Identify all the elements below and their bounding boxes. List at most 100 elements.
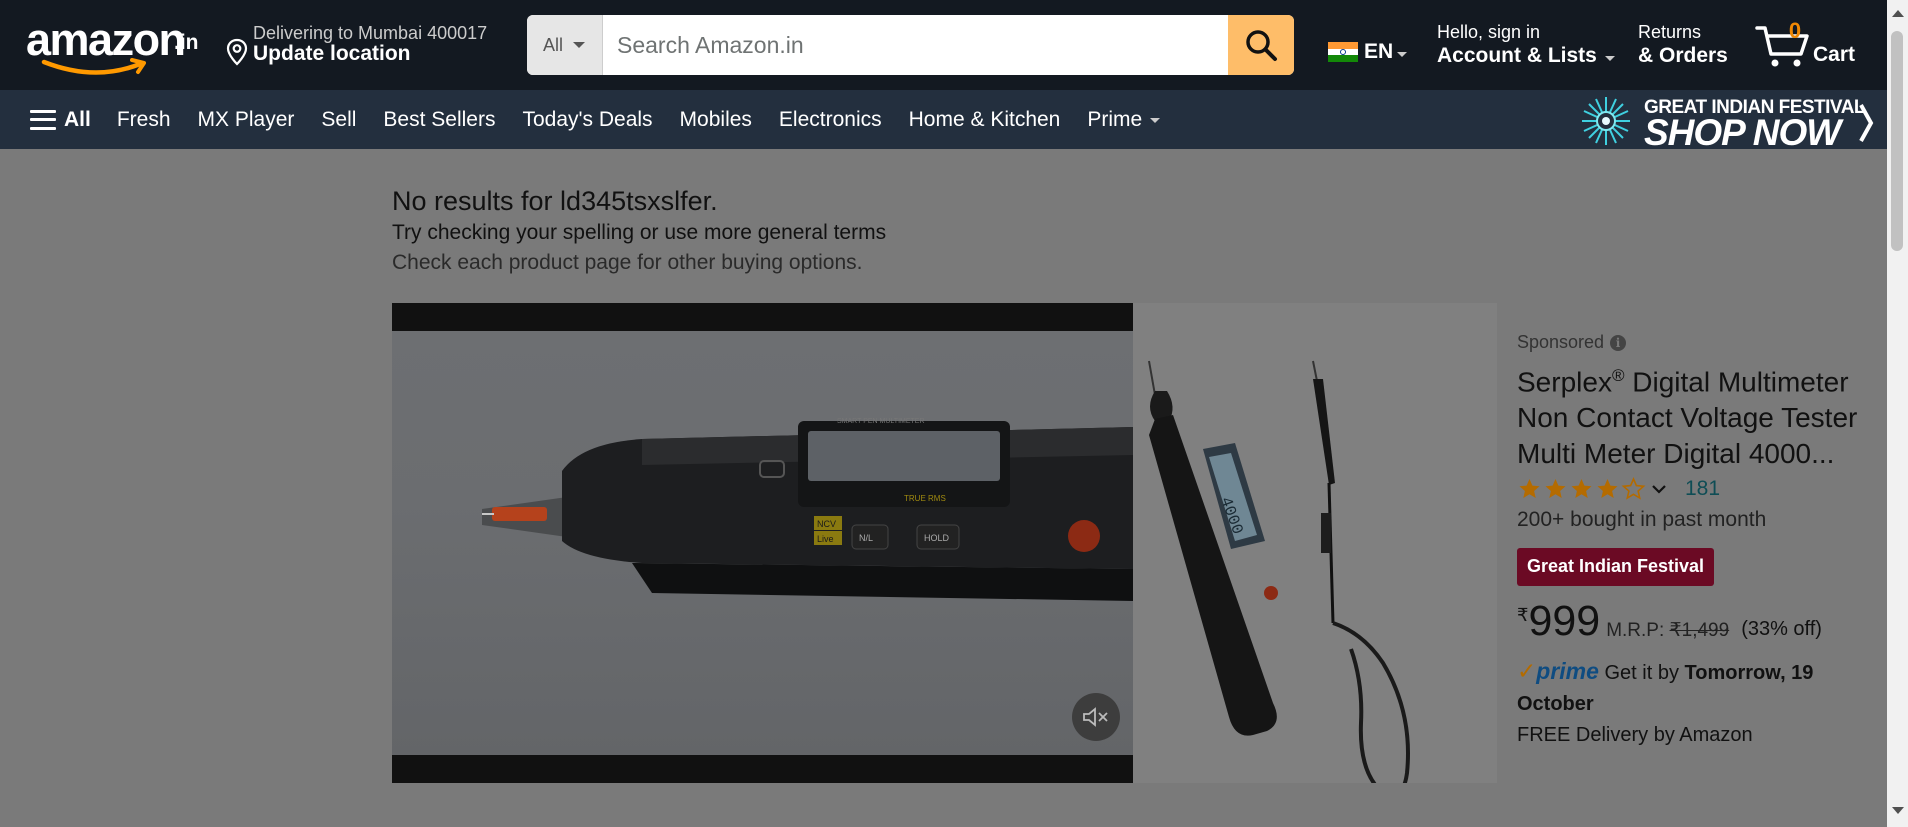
chevron-down-icon (573, 42, 586, 48)
sponsored-text: Sponsored (1517, 332, 1605, 352)
scroll-up-arrow-icon[interactable] (1892, 10, 1904, 17)
nav-link-fresh[interactable]: Fresh (117, 108, 171, 132)
product-title[interactable]: Serplex® Digital Multimeter Non Contact … (1517, 358, 1867, 472)
price-block: ₹ 999 M.R.P: ₹1,499 (33% off) (1517, 599, 1822, 643)
scroll-down-arrow-icon[interactable] (1892, 807, 1904, 814)
nl-label: N/L (859, 533, 873, 543)
star-full-icon (1545, 479, 1566, 498)
no-results-hint: Try checking your spelling or use more g… (392, 221, 887, 244)
nav-link-best-sellers[interactable]: Best Sellers (383, 108, 495, 132)
star-full-icon (1571, 479, 1592, 498)
free-delivery: FREE Delivery by Amazon (1517, 724, 1753, 746)
mute-button[interactable] (1072, 693, 1120, 741)
nav-link-prime[interactable]: Prime (1087, 107, 1161, 132)
scroll-thumb[interactable] (1891, 31, 1903, 251)
star-rating-icon (1517, 477, 1647, 501)
prime-label: Prime (1087, 107, 1143, 131)
discount: (33% off) (1741, 618, 1822, 640)
mrp-value: ₹1,499 (1669, 620, 1730, 641)
price-value: 999 (1528, 597, 1601, 645)
deliver-line1: Delivering to Mumbai 400017 (253, 23, 488, 43)
search-bar: All (527, 15, 1294, 75)
chevron-down-icon (1150, 118, 1161, 123)
vertical-scrollbar[interactable] (1887, 0, 1908, 827)
no-results-title: No results for ld345tsxslfer. (392, 186, 718, 216)
search-input[interactable] (603, 15, 1228, 75)
product-brand: Serplex (1517, 366, 1612, 398)
festival-badge: Great Indian Festival (1517, 548, 1715, 586)
product-info: Sponsored i Serplex® Digital Multimeter … (1497, 303, 1872, 783)
product-rating[interactable]: 181 (1517, 477, 1720, 501)
muted-speaker-icon (1083, 707, 1108, 727)
returns-orders[interactable]: Returns & Orders (1638, 22, 1728, 68)
festival-promo-banner[interactable]: GREAT INDIAN FESTIVAL SHOP NOW (1580, 93, 1880, 153)
mrp-label: M.R.P: (1606, 620, 1665, 641)
account-label: Account & Lists (1437, 44, 1597, 67)
ncv-label: NCV (817, 519, 836, 529)
star-full-icon (1519, 479, 1540, 498)
bought-count: 200+ bought in past month (1517, 508, 1767, 531)
amazon-logo[interactable]: amazon .in (26, 17, 199, 75)
multimeter-product-image: 4000 (1148, 360, 1410, 798)
nav-link-mobiles[interactable]: Mobiles (680, 108, 752, 132)
orders-label: & Orders (1638, 44, 1728, 67)
mrp: M.R.P: ₹1,499 (1606, 619, 1729, 642)
chevron-down-icon (1652, 485, 1666, 494)
smile-arrow-icon (41, 58, 146, 75)
search-category-label: All (543, 34, 564, 55)
logo-suffix: .in (174, 31, 199, 54)
hold-label: HOLD (924, 533, 950, 543)
account-label-row: Account & Lists (1437, 44, 1615, 68)
nav-link-mx-player[interactable]: MX Player (198, 108, 295, 132)
sub-nav: All Fresh MX Player Sell Best Sellers To… (0, 90, 1887, 153)
search-category-dropdown[interactable]: All (527, 15, 603, 75)
firework-burst-icon (1582, 97, 1630, 145)
prime-label: prime (1536, 658, 1599, 684)
check-icon: ✓ (1517, 658, 1537, 684)
product-image[interactable]: 4000 (1133, 303, 1497, 798)
registered-mark: ® (1611, 366, 1625, 385)
delivery-prefix: Get it by (1598, 662, 1685, 684)
search-icon (1246, 30, 1277, 61)
nav-link-home-kitchen[interactable]: Home & Kitchen (909, 108, 1061, 132)
true-rms-text: TRUE RMS (904, 494, 946, 503)
cart-count: 0 (1788, 18, 1802, 43)
chevron-down-icon (1397, 51, 1408, 57)
no-results-hint-secondary: Check each product page for other buying… (392, 251, 863, 274)
promo-line2: SHOP NOW (1644, 112, 1841, 153)
nav-link-sell[interactable]: Sell (321, 108, 356, 132)
multimeter-video-image: SMART PEN MULTIMETER TRUE RMS N/L HOLD N… (482, 418, 1133, 601)
returns-label: Returns (1638, 22, 1702, 42)
language-code: EN (1364, 40, 1394, 63)
rating-count[interactable]: 181 (1685, 477, 1720, 501)
prime-badge: ✓prime (1517, 658, 1599, 684)
language-selector[interactable]: EN (1328, 40, 1408, 64)
price-symbol: ₹ (1517, 605, 1529, 625)
delivery-info: ✓prime Get it by Tomorrow, 19 October FR… (1517, 656, 1867, 751)
chevron-down-icon (1604, 55, 1615, 61)
pen-label-text: SMART PEN MULTIMETER (837, 418, 925, 425)
star-full-icon (1597, 479, 1618, 498)
account-greeting: Hello, sign in (1437, 22, 1541, 42)
cart-label: Cart (1813, 43, 1856, 66)
cart-button[interactable]: 0 Cart (1755, 16, 1875, 72)
nav-links: Fresh MX Player Sell Best Sellers Today'… (117, 108, 1187, 132)
video-frame: SMART PEN MULTIMETER TRUE RMS N/L HOLD N… (392, 331, 1133, 755)
all-label: All (64, 107, 91, 131)
product-video[interactable]: SMART PEN MULTIMETER TRUE RMS N/L HOLD N… (392, 303, 1133, 783)
all-menu-button[interactable]: All (30, 108, 91, 132)
info-icon[interactable]: i (1610, 334, 1627, 351)
hamburger-icon (30, 109, 56, 130)
live-label: Live (817, 534, 834, 544)
nav-link-todays-deals[interactable]: Today's Deals (522, 108, 652, 132)
star-empty-icon (1621, 477, 1646, 500)
search-button[interactable] (1228, 15, 1294, 75)
nav-link-electronics[interactable]: Electronics (779, 108, 882, 132)
top-nav: amazon .in Delivering to Mumbai 400017 U… (0, 0, 1887, 90)
india-flag-icon (1328, 42, 1358, 63)
location-pin-icon (226, 38, 248, 66)
chevron-right-icon (1859, 104, 1874, 142)
sponsored-product-card: SMART PEN MULTIMETER TRUE RMS N/L HOLD N… (392, 303, 1872, 798)
sponsored-label[interactable]: Sponsored i (1517, 332, 1627, 353)
account-lists[interactable]: Hello, sign in Account & Lists (1437, 22, 1615, 68)
